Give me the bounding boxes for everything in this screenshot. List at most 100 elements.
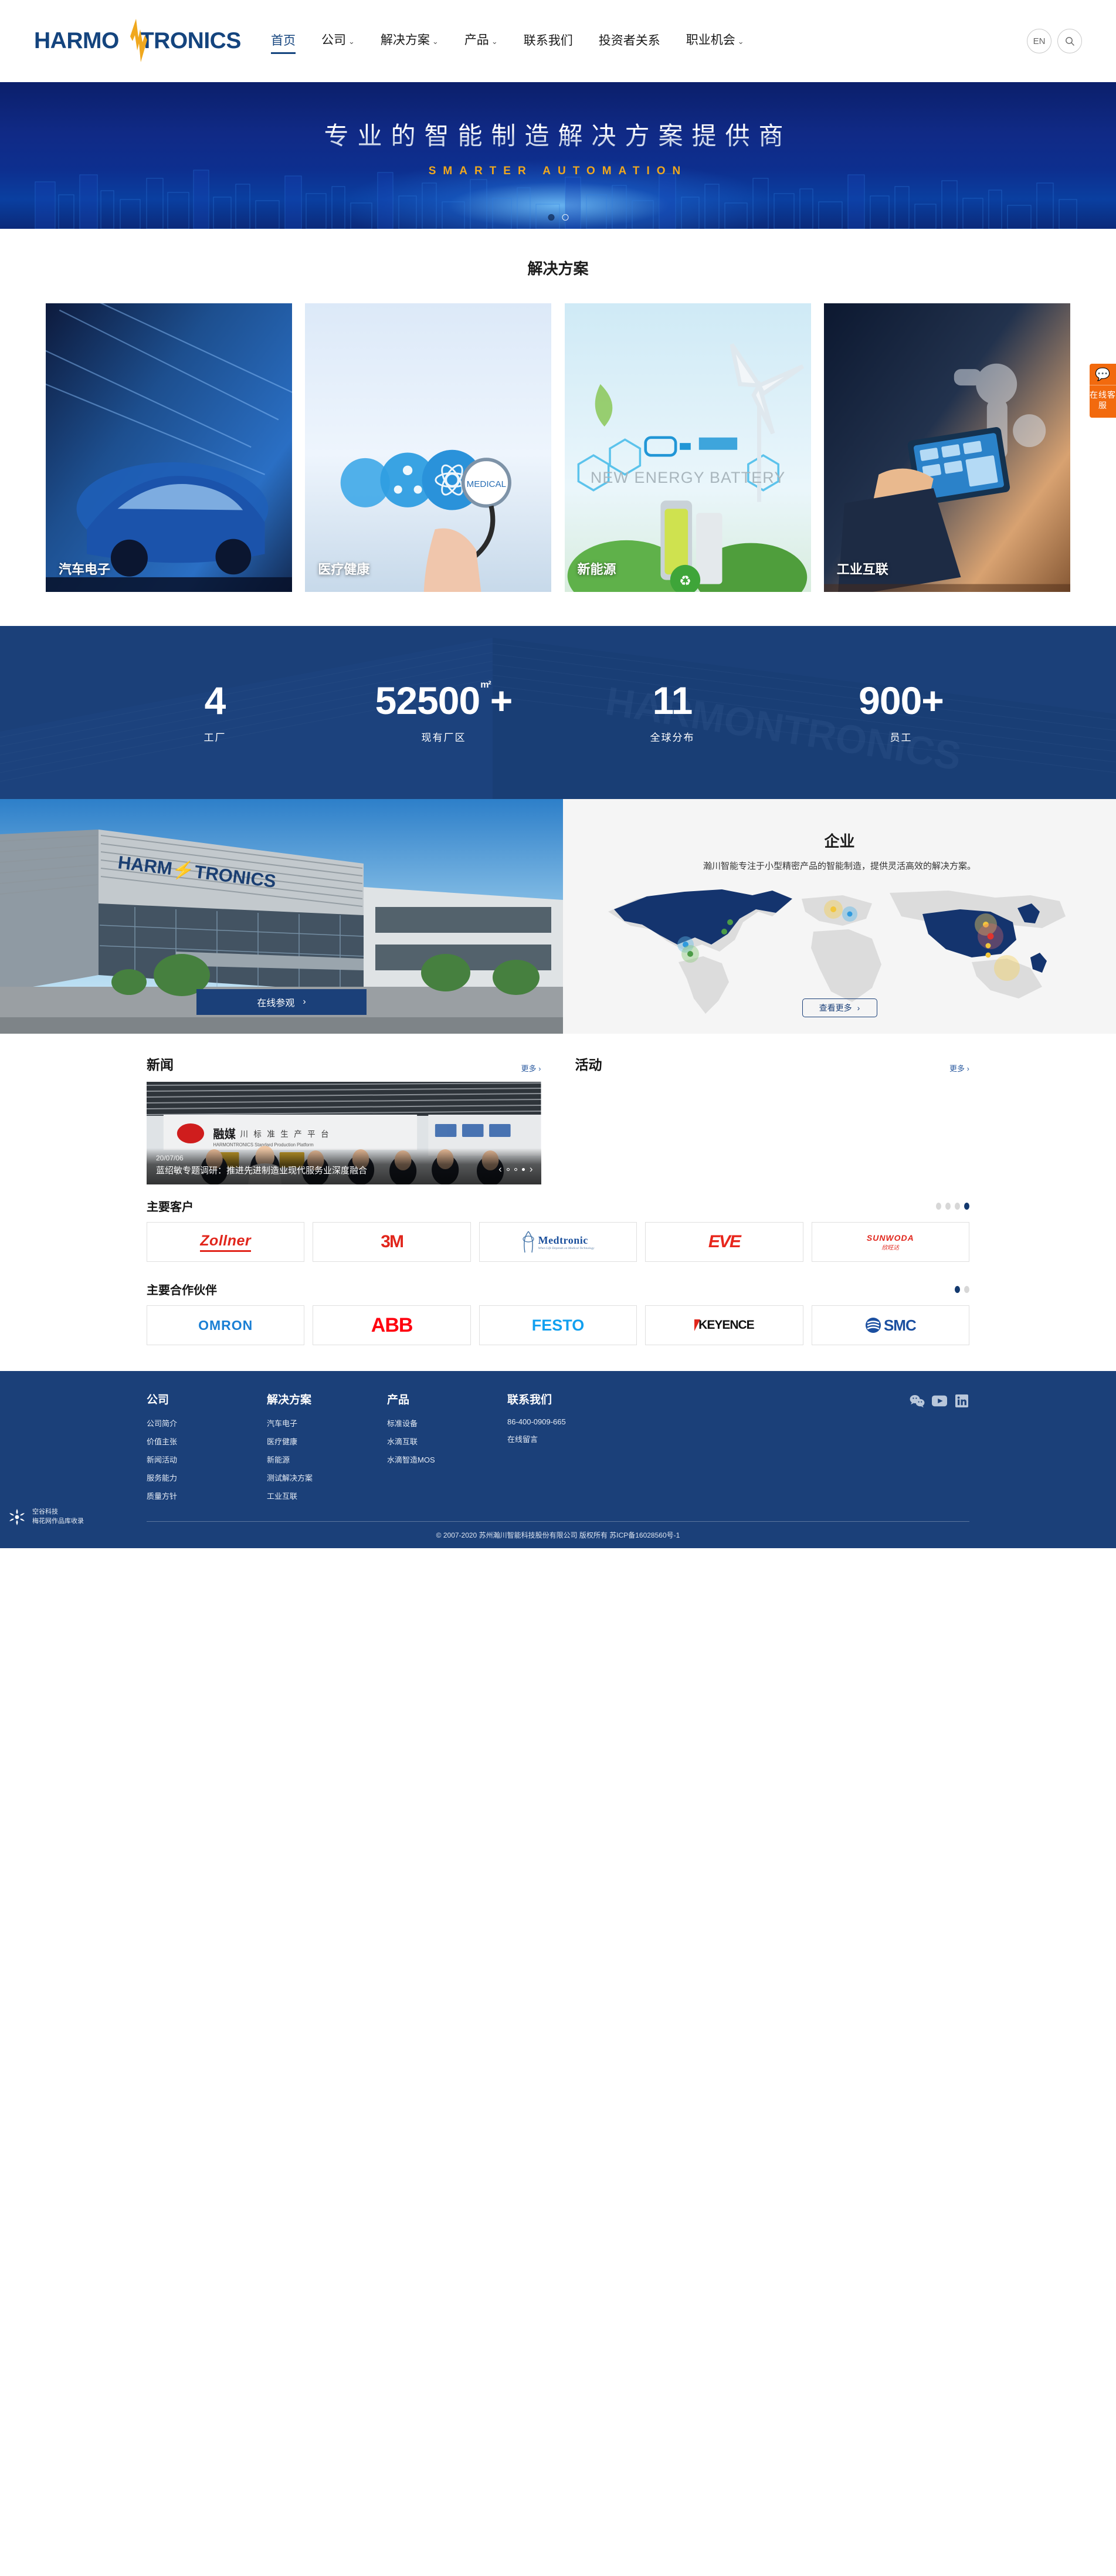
- stat-value: 11: [652, 679, 693, 722]
- factory-photo: HARM⚡TRONICS 在线参观 ›: [0, 799, 563, 1034]
- footer-phone-number[interactable]: 86-400-0909-665: [507, 1417, 701, 1426]
- chevron-down-icon: ⌄: [348, 37, 355, 46]
- view-more-button[interactable]: 查看更多 ›: [802, 998, 877, 1017]
- medical-image: MEDICAL: [305, 303, 552, 592]
- medtronic-mark-icon: [522, 1231, 534, 1253]
- nav-item-contact[interactable]: 联系我们: [511, 27, 586, 55]
- nav-item-products[interactable]: 产品 ⌄: [452, 26, 511, 56]
- events-more-label: 更多: [949, 1064, 965, 1073]
- footer-link-industrial-iot[interactable]: 工业互联: [267, 1490, 387, 1501]
- footer-link-value-proposition[interactable]: 价值主张: [147, 1436, 267, 1447]
- partner-logo-keyence[interactable]: KEYENCE: [645, 1305, 803, 1345]
- view-more-label: 查看更多: [819, 1003, 852, 1013]
- online-visit-button[interactable]: 在线参观 ›: [196, 989, 367, 1015]
- world-map-graphic: [608, 889, 1066, 1014]
- chat-bubble-icon: 💬: [1090, 368, 1116, 385]
- nav-item-home[interactable]: 首页: [258, 27, 308, 55]
- svg-text:川 标 准 生 产 平 台: 川 标 准 生 产 平 台: [240, 1130, 330, 1139]
- stats-row: 4 工厂 52500m²+ 现有厂区 11 全球分布 900+ 员工: [101, 681, 1016, 744]
- header-actions: EN: [1027, 29, 1082, 53]
- youtube-icon[interactable]: [932, 1393, 947, 1409]
- footer-link-service-capability[interactable]: 服务能力: [147, 1472, 267, 1483]
- nav-item-investors[interactable]: 投资者关系: [586, 27, 673, 55]
- linkedin-icon[interactable]: [954, 1393, 969, 1409]
- footer-link-medical[interactable]: 医疗健康: [267, 1436, 387, 1447]
- solution-card-medical[interactable]: MEDICAL 医疗健康: [305, 303, 552, 592]
- nav-item-solutions[interactable]: 解决方案 ⌄: [368, 26, 452, 56]
- footer-link-new-energy[interactable]: 新能源: [267, 1454, 387, 1465]
- news-more-link[interactable]: 更多 ›: [521, 1062, 541, 1074]
- spark-icon: [123, 18, 154, 63]
- stat-unit: m²: [480, 680, 491, 690]
- customer-logo-zollner[interactable]: Zollner: [147, 1222, 305, 1262]
- partner-logo-omron[interactable]: OMRON: [147, 1305, 305, 1345]
- footer-link-online-message[interactable]: 在线留言: [507, 1433, 701, 1444]
- customer-logo-medtronic[interactable]: Medtronic When Life Depends on Medical T…: [479, 1222, 637, 1262]
- news-title: 蓝绍敏专题调研：推进先进制造业现代服务业深度融合: [156, 1166, 368, 1176]
- hero-dot-2[interactable]: [562, 214, 568, 221]
- hero-dot-1[interactable]: [548, 214, 554, 221]
- partners-page-1[interactable]: [955, 1285, 960, 1293]
- nav-item-company[interactable]: 公司 ⌄: [308, 26, 368, 56]
- logo-text-left: HARMO: [34, 28, 119, 53]
- logo[interactable]: HARMO TRONICS: [34, 19, 241, 62]
- svg-text:融媒: 融媒: [213, 1128, 236, 1141]
- partner-logo-festo[interactable]: FESTO: [479, 1305, 637, 1345]
- customers-pager: [936, 1202, 969, 1210]
- customers-page-2[interactable]: [945, 1202, 951, 1210]
- news-dot-2[interactable]: [514, 1167, 517, 1171]
- customer-logo-eve[interactable]: EVE: [645, 1222, 803, 1262]
- search-icon[interactable]: [1057, 29, 1082, 53]
- events-more-link[interactable]: 更多 ›: [949, 1062, 969, 1074]
- automotive-image: [46, 303, 293, 592]
- customers-page-3[interactable]: [955, 1202, 960, 1210]
- partners-page-2[interactable]: [964, 1285, 969, 1293]
- stat-factories: 4 工厂: [101, 681, 330, 744]
- footer-link-standard-equipment[interactable]: 标准设备: [387, 1417, 507, 1429]
- language-switch-button[interactable]: EN: [1027, 29, 1051, 53]
- svg-text:MEDICAL: MEDICAL: [467, 479, 506, 489]
- page-root: HARMO TRONICS 首页 公司 ⌄ 解决方案 ⌄ 产品 ⌄ 联系我们 投资者关…: [0, 0, 1116, 1548]
- solution-card-industrial-iot[interactable]: 工业互联: [823, 303, 1070, 592]
- events-heading: 活动: [575, 1057, 602, 1072]
- footer-link-waterdrop-mos[interactable]: 水滴智造MOS: [387, 1454, 507, 1465]
- online-visit-label: 在线参观: [257, 998, 295, 1008]
- footer-link-news-events[interactable]: 新闻活动: [147, 1454, 267, 1465]
- footer-link-waterdrop-iot[interactable]: 水滴互联: [387, 1436, 507, 1447]
- news-date: 20/07/06: [156, 1154, 184, 1162]
- svg-text:NEW ENERGY BATTERY: NEW ENERGY BATTERY: [590, 469, 785, 486]
- news-more-label: 更多: [521, 1064, 537, 1073]
- footer-link-quality-policy[interactable]: 质量方针: [147, 1490, 267, 1501]
- industrial-iot-image: [823, 303, 1070, 592]
- customers-page-4[interactable]: [964, 1202, 969, 1210]
- nav-label: 联系我们: [523, 34, 573, 48]
- wechat-icon[interactable]: [910, 1393, 925, 1409]
- world-map: [596, 875, 1083, 1016]
- carousel-next-icon[interactable]: ›: [530, 1163, 533, 1175]
- news-dot-1[interactable]: [506, 1167, 510, 1171]
- customer-logo-3m[interactable]: 3M: [313, 1222, 471, 1262]
- solution-label: 新能源: [577, 562, 616, 577]
- online-service-widget[interactable]: 💬 在线客服: [1090, 364, 1116, 418]
- footer-link-automotive[interactable]: 汽车电子: [267, 1417, 387, 1429]
- customer-logo-sunwoda[interactable]: SUNWODA 欣旺达: [811, 1222, 970, 1262]
- nav-item-careers[interactable]: 职业机会 ⌄: [673, 26, 757, 56]
- partner-logo-abb[interactable]: ABB: [313, 1305, 471, 1345]
- solution-card-automotive[interactable]: 汽车电子: [46, 303, 293, 592]
- footer-col-products: 产品 标准设备 水滴互联 水滴智造MOS: [387, 1391, 507, 1508]
- footer-heading: 解决方案: [267, 1394, 312, 1406]
- customers-section: 主要客户 Zollner 3M Medtronic When Life Depe…: [0, 1184, 1116, 1262]
- footer-link-company-profile[interactable]: 公司简介: [147, 1417, 267, 1429]
- solutions-title: 解决方案: [527, 260, 589, 277]
- carousel-prev-icon[interactable]: ‹: [498, 1163, 502, 1175]
- customers-page-1[interactable]: [936, 1202, 941, 1210]
- footer-link-test-solutions[interactable]: 测试解决方案: [267, 1472, 387, 1483]
- hero-banner: 专业的智能制造解决方案提供商 SMARTER AUTOMATION: [0, 82, 1116, 229]
- partners-logo-row: OMRON ABB FESTO KEYENCE SMC: [147, 1305, 970, 1345]
- stat-floor-area: 52500m²+ 现有厂区: [330, 681, 558, 744]
- news-dot-3[interactable]: [521, 1167, 525, 1171]
- partner-logo-smc[interactable]: SMC: [811, 1305, 970, 1345]
- solution-card-new-energy[interactable]: NEW ENERGY BATTERY ♻ 新能源: [564, 303, 811, 592]
- news-card[interactable]: 融媒 川 标 准 生 产 平 台 HARMONTRONICS Standard …: [147, 1082, 541, 1184]
- enterprise-title: 企业: [824, 832, 855, 850]
